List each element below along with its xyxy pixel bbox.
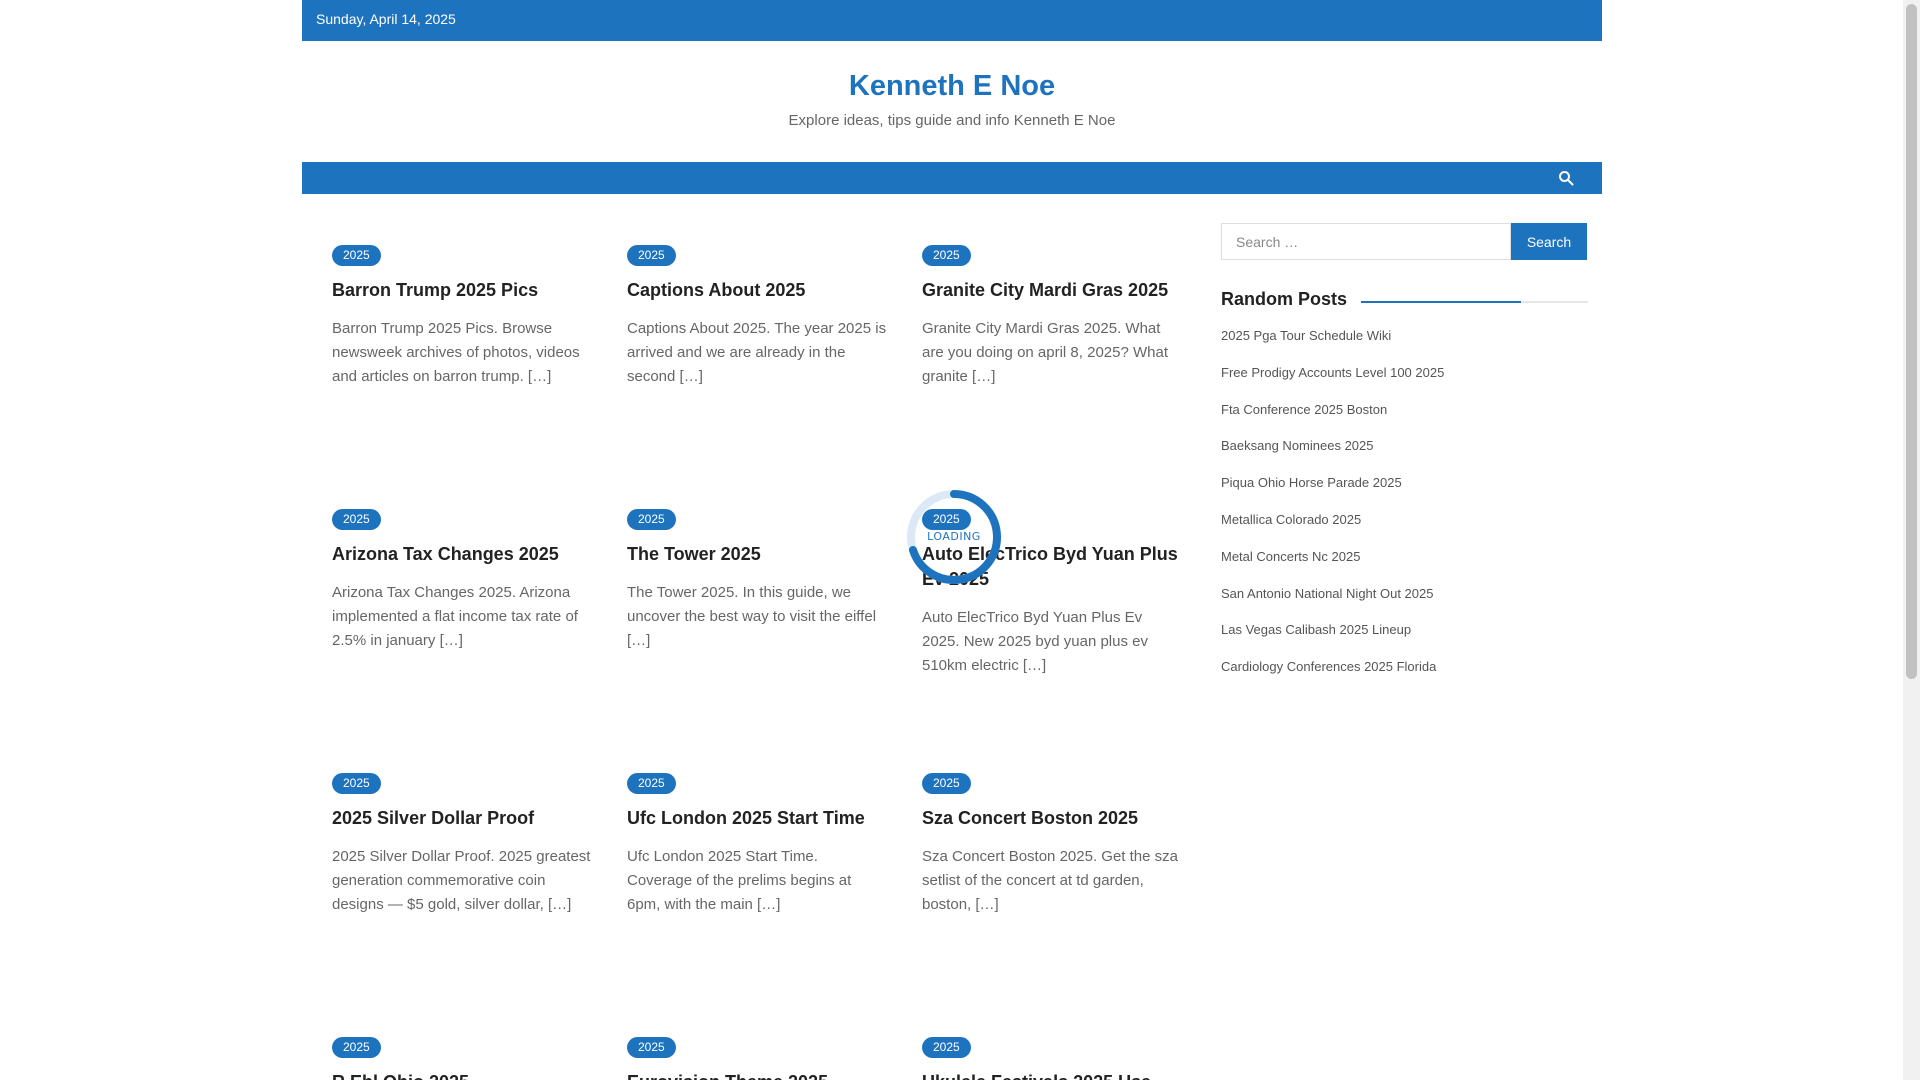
random-post-link[interactable]: Metal Concerts Nc 2025 (1221, 549, 1360, 564)
random-posts-list: 2025 Pga Tour Schedule Wiki Free Prodigy… (1221, 327, 1444, 695)
post-title[interactable]: Sza Concert Boston 2025 (922, 806, 1182, 831)
category-badge[interactable]: 2025 (922, 245, 971, 266)
category-badge[interactable]: 2025 (922, 1037, 971, 1058)
category-badge[interactable]: 2025 (627, 245, 676, 266)
post-excerpt: Ufc London 2025 Start Time. Coverage of … (627, 848, 852, 913)
post-card: 2025 Eurovision Theme 2025 (627, 1037, 887, 1080)
post-excerpt: Auto ElecTrico Byd Yuan Plus Ev 2025. Ne… (922, 609, 1148, 674)
post-title[interactable]: Eurovision Theme 2025 (627, 1070, 887, 1080)
random-post-link[interactable]: San Antonio National Night Out 2025 (1221, 586, 1433, 601)
category-badge[interactable]: 2025 (627, 773, 676, 794)
category-badge[interactable]: 2025 (627, 509, 676, 530)
post-card: 2025 Barron Trump 2025 Pics Barron Trump… (332, 245, 592, 389)
post-title[interactable]: The Tower 2025 (627, 542, 887, 567)
random-post-link[interactable]: Free Prodigy Accounts Level 100 2025 (1221, 365, 1444, 380)
main-navigation (302, 162, 1602, 194)
post-card: 2025 Granite City Mardi Gras 2025 Granit… (922, 245, 1182, 389)
post-title[interactable]: 2025 Silver Dollar Proof (332, 806, 592, 831)
site-title[interactable]: Kenneth E Noe (302, 70, 1602, 103)
post-card: 2025 Ufc London 2025 Start Time Ufc Lond… (627, 773, 887, 917)
post-excerpt: Granite City Mardi Gras 2025. What are y… (922, 320, 1168, 385)
sidebar-search-button[interactable]: Search (1511, 223, 1587, 260)
post-excerpt: 2025 Silver Dollar Proof. 2025 greatest … (332, 848, 591, 913)
sidebar-search-input[interactable] (1221, 223, 1511, 260)
category-badge[interactable]: 2025 (332, 509, 381, 530)
post-card: 2025 R Ehl Ohio 2025 (332, 1037, 592, 1080)
site-description: Explore ideas, tips guide and info Kenne… (788, 112, 1116, 129)
random-post-link[interactable]: Las Vegas Calibash 2025 Lineup (1221, 622, 1411, 637)
post-excerpt: The Tower 2025. In this guide, we uncove… (627, 584, 877, 649)
random-post-link[interactable]: Metallica Colorado 2025 (1221, 512, 1361, 527)
post-excerpt: Arizona Tax Changes 2025. Arizona implem… (332, 584, 578, 649)
category-badge[interactable]: 2025 (627, 1037, 676, 1058)
random-post-link[interactable]: Piqua Ohio Horse Parade 2025 (1221, 475, 1402, 490)
post-card: 2025 Arizona Tax Changes 2025 Arizona Ta… (332, 509, 592, 653)
random-post-link[interactable]: 2025 Pga Tour Schedule Wiki (1221, 328, 1391, 343)
list-item: Piqua Ohio Horse Parade 2025 (1221, 474, 1444, 511)
post-title[interactable]: Ufc London 2025 Start Time (627, 806, 887, 831)
post-title[interactable]: Barron Trump 2025 Pics (332, 278, 592, 303)
list-item: Free Prodigy Accounts Level 100 2025 (1221, 364, 1444, 401)
category-badge[interactable]: 2025 (332, 773, 381, 794)
page-scrollbar[interactable] (1903, 0, 1920, 1080)
list-item: Cardiology Conferences 2025 Florida (1221, 658, 1444, 695)
current-date: Sunday, April 14, 2025 (316, 11, 456, 27)
search-icon[interactable] (1558, 170, 1574, 186)
random-post-link[interactable]: Baeksang Nominees 2025 (1221, 438, 1374, 453)
list-item: Metal Concerts Nc 2025 (1221, 548, 1444, 585)
scrollbar-thumb[interactable] (1906, 4, 1917, 679)
post-card: 2025 Captions About 2025 Captions About … (627, 245, 887, 389)
list-item: Las Vegas Calibash 2025 Lineup (1221, 621, 1444, 658)
post-title[interactable]: Captions About 2025 (627, 278, 887, 303)
list-item: San Antonio National Night Out 2025 (1221, 585, 1444, 622)
top-date-bar: Sunday, April 14, 2025 (302, 0, 1602, 41)
post-excerpt: Sza Concert Boston 2025. Get the sza set… (922, 848, 1178, 913)
loading-text: LOADING (927, 530, 981, 543)
list-item: 2025 Pga Tour Schedule Wiki (1221, 327, 1444, 364)
random-post-link[interactable]: Fta Conference 2025 Boston (1221, 402, 1387, 417)
loading-spinner: LOADING (905, 488, 1003, 586)
category-badge[interactable]: 2025 (922, 773, 971, 794)
post-title[interactable]: Ukulele Festivals 2025 Usa (922, 1070, 1182, 1080)
category-badge[interactable]: 2025 (332, 1037, 381, 1058)
random-post-link[interactable]: Cardiology Conferences 2025 Florida (1221, 659, 1436, 674)
post-title[interactable]: Granite City Mardi Gras 2025 (922, 278, 1182, 303)
post-card: 2025 The Tower 2025 The Tower 2025. In t… (627, 509, 887, 653)
list-item: Baeksang Nominees 2025 (1221, 437, 1444, 474)
post-title[interactable]: Arizona Tax Changes 2025 (332, 542, 592, 567)
post-card: 2025 Sza Concert Boston 2025 Sza Concert… (922, 773, 1182, 917)
random-posts-heading: Random Posts (1221, 289, 1362, 310)
post-excerpt: Captions About 2025. The year 2025 is ar… (627, 320, 887, 385)
post-excerpt: Barron Trump 2025 Pics. Browse newsweek … (332, 320, 580, 385)
post-title[interactable]: R Ehl Ohio 2025 (332, 1070, 592, 1080)
post-card: 2025 Ukulele Festivals 2025 Usa (922, 1037, 1182, 1080)
list-item: Fta Conference 2025 Boston (1221, 401, 1444, 438)
category-badge[interactable]: 2025 (332, 245, 381, 266)
list-item: Metallica Colorado 2025 (1221, 511, 1444, 548)
post-card: 2025 2025 Silver Dollar Proof 2025 Silve… (332, 773, 592, 917)
